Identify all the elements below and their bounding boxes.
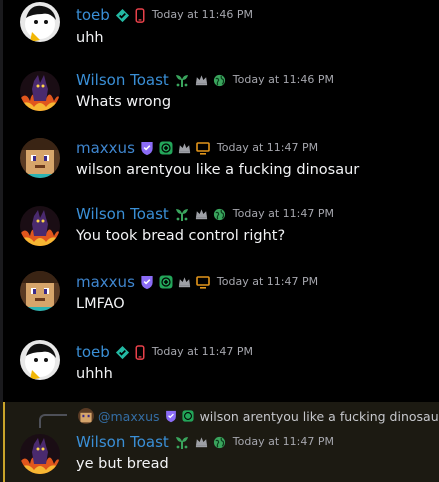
sprout-icon[interactable]	[174, 206, 190, 222]
message-text: ye but bread	[76, 456, 169, 472]
timestamp[interactable]: Today at 11:47 PM	[233, 432, 334, 452]
globe-icon	[213, 74, 226, 87]
controller-icon	[182, 410, 194, 422]
timestamp[interactable]: Today at 11:47 PM	[233, 204, 334, 224]
globe-icon	[213, 208, 226, 221]
username[interactable]: Wilson Toast	[76, 70, 169, 90]
avatar-wilson-toast[interactable]	[20, 71, 60, 111]
wilson-avatar-image	[20, 71, 60, 111]
monitor-icon	[196, 141, 210, 155]
globe-icon	[213, 436, 226, 449]
reply-connector	[39, 414, 67, 428]
crown-icon	[178, 276, 191, 288]
reply-reference[interactable]: @maxxus wilson arentyou like a fucking d…	[78, 406, 439, 426]
timestamp[interactable]: Today at 11:46 PM	[152, 5, 253, 25]
avatar-maxxus[interactable]	[20, 271, 60, 311]
toeb-avatar-image	[20, 340, 60, 380]
crown-icon	[195, 436, 208, 448]
maxxus-avatar-image	[20, 138, 60, 178]
username[interactable]: Wilson Toast	[76, 204, 169, 224]
message-text: Whats wrong	[76, 94, 172, 110]
avatar-wilson-toast[interactable]	[20, 434, 60, 474]
timestamp[interactable]: Today at 11:46 PM	[233, 70, 334, 90]
diamond-check-icon[interactable]	[115, 345, 130, 360]
mobile-phone-icon	[135, 344, 145, 360]
timestamp[interactable]: Today at 11:47 PM	[217, 272, 318, 292]
controller-icon	[159, 275, 173, 289]
monitor-icon	[196, 275, 210, 289]
message-text: You took bread control right?	[76, 228, 286, 244]
avatar-toeb[interactable]	[20, 2, 60, 42]
mention-bar	[3, 402, 5, 482]
timestamp[interactable]: Today at 11:47 PM	[217, 138, 318, 158]
message-text: wilson arentyou like a fucking dinosaur	[76, 162, 360, 178]
username[interactable]: maxxus	[76, 138, 135, 158]
shield-icon[interactable]	[140, 275, 154, 290]
diamond-check-icon[interactable]	[115, 8, 130, 23]
crown-icon	[195, 208, 208, 220]
wilson-avatar-image	[20, 206, 60, 246]
avatar-toeb[interactable]	[20, 340, 60, 380]
avatar-wilson-toast[interactable]	[20, 206, 60, 246]
crown-icon	[195, 74, 208, 86]
maxxus-avatar-image	[20, 271, 60, 311]
username[interactable]: Wilson Toast	[76, 432, 169, 452]
message-text: uhh	[76, 30, 104, 46]
chat-messages: toeb Today at 11:46 PM uhh Wilson Toast	[0, 0, 439, 482]
username[interactable]: toeb	[76, 5, 110, 25]
controller-icon	[159, 141, 173, 155]
shield-icon[interactable]	[140, 141, 154, 156]
reply-username[interactable]: @maxxus	[98, 409, 160, 424]
reply-preview-text[interactable]: wilson arentyou like a fucking dinosaur	[200, 409, 439, 424]
sprout-icon[interactable]	[174, 434, 190, 450]
mobile-phone-icon	[135, 7, 145, 23]
crown-icon	[178, 142, 191, 154]
reply-avatar-maxxus	[78, 408, 94, 424]
username[interactable]: maxxus	[76, 272, 135, 292]
sprout-icon[interactable]	[174, 72, 190, 88]
shield-icon	[165, 410, 177, 423]
username[interactable]: toeb	[76, 342, 110, 362]
toeb-avatar-image	[20, 2, 60, 42]
timestamp[interactable]: Today at 11:47 PM	[152, 342, 253, 362]
message-text: uhhh	[76, 366, 113, 382]
avatar-maxxus[interactable]	[20, 138, 60, 178]
wilson-avatar-image	[20, 434, 60, 474]
message-text: LMFAO	[76, 296, 125, 312]
